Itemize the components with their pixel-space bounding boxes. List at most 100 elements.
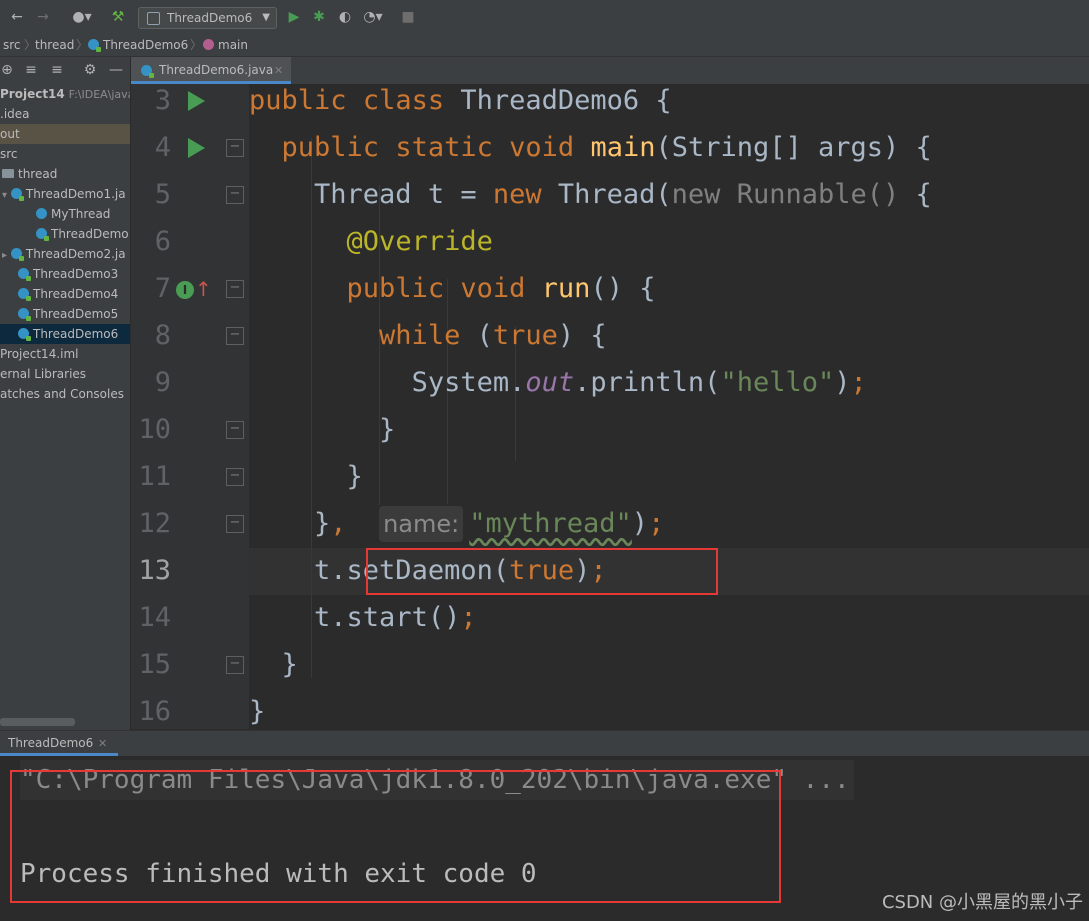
code-line-10: } xyxy=(379,414,396,445)
run-tab-label: ThreadDemo6 xyxy=(8,736,94,750)
project-tree: Project14 F:\IDEA\javaco .idea out src t… xyxy=(0,84,130,730)
collapse-all-icon[interactable]: ≡ xyxy=(50,59,64,81)
class-icon xyxy=(18,308,31,321)
override-up-arrow-icon[interactable]: ↑ xyxy=(195,279,212,299)
code-line-7: public void run() { xyxy=(346,273,656,304)
implements-method-icon[interactable]: I xyxy=(176,281,194,299)
tree-item-project[interactable]: Project14 F:\IDEA\javaco xyxy=(0,84,130,104)
class-icon xyxy=(36,208,47,219)
run-main-icon[interactable] xyxy=(188,138,205,158)
tree-item-label: ThreadDemo3 xyxy=(33,267,119,281)
line-number: 9 xyxy=(154,367,171,398)
line-number: 5 xyxy=(154,179,171,210)
profile-icon[interactable]: ◔▾ xyxy=(360,6,386,28)
tree-item-label: ThreadDemo5 xyxy=(33,307,119,321)
tree-item-label: ThreadDemo6 xyxy=(33,327,119,341)
stop-icon[interactable]: ■ xyxy=(400,6,416,28)
fold-icon[interactable]: − xyxy=(226,421,244,439)
code-line-4: public static void main(String[] args) { xyxy=(281,132,932,163)
folder-icon xyxy=(2,169,14,178)
code-line-6: @Override xyxy=(346,226,493,257)
code-line-8: while (true) { xyxy=(379,320,607,351)
tree-item-threaddemo3[interactable]: ThreadDemo3 xyxy=(0,264,130,284)
line-number: 11 xyxy=(138,461,171,492)
fold-icon[interactable]: − xyxy=(226,327,244,345)
project-horizontal-scrollbar[interactable] xyxy=(0,718,75,726)
line-number: 14 xyxy=(138,602,171,633)
tree-item-label: thread xyxy=(18,167,58,181)
breadcrumb-separator: 〉 xyxy=(190,38,203,52)
highlight-box-setdaemon xyxy=(366,548,718,595)
close-icon[interactable]: ✕ xyxy=(98,731,107,756)
tree-item-scratches[interactable]: atches and Consoles xyxy=(0,384,130,404)
run-class-icon[interactable] xyxy=(188,91,205,111)
line-number: 12 xyxy=(138,508,171,539)
tree-item-iml[interactable]: Project14.iml xyxy=(0,344,130,364)
breadcrumb-thread[interactable]: thread xyxy=(35,34,74,56)
tree-item-threaddemo2[interactable]: ▸ ThreadDemo2.ja xyxy=(0,244,130,264)
fold-icon[interactable]: − xyxy=(226,515,244,533)
code-line-12: }, name: "mythread"); xyxy=(249,500,664,547)
editor-gutter: 3 4 5 6 7 8 9 10 11 12 13 14 15 16 I ↑ −… xyxy=(131,84,249,729)
locate-icon[interactable]: ⊕ xyxy=(0,59,14,81)
class-icon xyxy=(18,268,31,281)
tree-item-thread[interactable]: thread xyxy=(0,164,130,184)
user-icon[interactable]: ●▾ xyxy=(68,6,96,28)
gear-icon[interactable]: ⚙ xyxy=(82,59,98,81)
code-line-9: System.out.println("hello"); xyxy=(411,367,867,398)
code-line-16: } xyxy=(249,696,266,727)
fold-icon[interactable]: − xyxy=(226,656,244,674)
tree-item-src[interactable]: src xyxy=(0,144,130,164)
fold-icon[interactable]: − xyxy=(226,186,244,204)
line-number: 6 xyxy=(154,226,171,257)
line-number: 7 xyxy=(154,273,171,304)
fold-icon[interactable]: − xyxy=(226,139,244,157)
tree-item-out[interactable]: out xyxy=(0,124,130,144)
fold-icon[interactable]: − xyxy=(226,280,244,298)
code-editor[interactable]: public class ThreadDemo6 { public static… xyxy=(249,84,1089,729)
tree-item-threaddemo1[interactable]: ▾ ThreadDemo1.ja xyxy=(0,184,130,204)
chevron-right-icon: ▸ xyxy=(2,250,8,261)
line-number: 4 xyxy=(154,132,171,163)
tree-item-threaddemo6[interactable]: ThreadDemo6 xyxy=(0,324,130,344)
breadcrumb-src[interactable]: src xyxy=(3,34,21,56)
tree-item-label: Project14 xyxy=(0,87,65,101)
tree-item-threaddemo[interactable]: ThreadDemo xyxy=(0,224,130,244)
breadcrumb-method[interactable]: main xyxy=(203,34,248,56)
class-icon xyxy=(10,248,24,261)
hide-panel-icon[interactable]: — xyxy=(108,59,124,81)
close-icon[interactable]: ✕ xyxy=(274,57,283,84)
tree-item-label: ThreadDemo4 xyxy=(33,287,119,301)
run-configuration-dropdown[interactable]: ThreadDemo6 ▼ xyxy=(138,7,277,29)
chevron-down-icon: ▾ xyxy=(2,190,8,201)
expand-all-icon[interactable]: ≡ xyxy=(24,59,38,81)
tree-item-threaddemo4[interactable]: ThreadDemo4 xyxy=(0,284,130,304)
tree-item-label: .idea xyxy=(0,107,30,121)
highlight-box-console xyxy=(10,770,781,903)
run-tab-threaddemo6[interactable]: ThreadDemo6 ✕ xyxy=(0,731,118,756)
run-tool-window-header: ThreadDemo6 ✕ xyxy=(0,730,1089,756)
class-icon xyxy=(10,188,24,201)
fold-icon[interactable]: − xyxy=(226,468,244,486)
run-icon[interactable]: ▶ xyxy=(286,6,302,28)
editor-tab-bar: ThreadDemo6.java ✕ xyxy=(131,57,1089,85)
tree-item-idea[interactable]: .idea xyxy=(0,104,130,124)
tree-item-label: MyThread xyxy=(51,207,111,221)
line-number: 8 xyxy=(154,320,171,351)
class-icon xyxy=(147,12,160,25)
tree-item-external-libraries[interactable]: ernal Libraries xyxy=(0,364,130,384)
tree-item-label: ThreadDemo xyxy=(51,227,129,241)
forward-arrow-icon[interactable]: → xyxy=(34,6,52,28)
back-arrow-icon[interactable]: ← xyxy=(8,6,26,28)
class-icon xyxy=(88,39,101,52)
tree-item-threaddemo5[interactable]: ThreadDemo5 xyxy=(0,304,130,324)
tree-item-label: out xyxy=(0,127,20,141)
line-number: 15 xyxy=(138,649,171,680)
build-hammer-icon[interactable]: ⚒ xyxy=(108,6,128,28)
breadcrumb-class[interactable]: ThreadDemo6 xyxy=(88,34,188,56)
coverage-icon[interactable]: ◐ xyxy=(336,6,354,28)
line-number: 16 xyxy=(138,696,171,727)
line-number: 10 xyxy=(138,414,171,445)
tree-item-mythread[interactable]: MyThread xyxy=(0,204,130,224)
debug-bug-icon[interactable]: ✱ xyxy=(310,6,328,28)
